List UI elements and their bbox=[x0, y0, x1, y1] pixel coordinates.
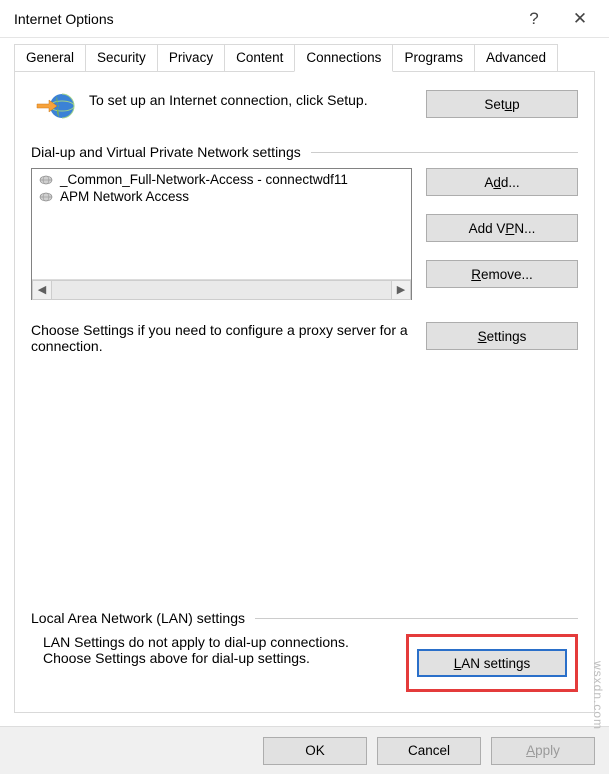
help-button[interactable]: ? bbox=[511, 4, 557, 34]
tab-strip: General Security Privacy Content Connect… bbox=[0, 38, 609, 71]
globe-arrow-icon bbox=[35, 90, 75, 122]
tab-general[interactable]: General bbox=[14, 44, 86, 71]
lan-row: LAN Settings do not apply to dial-up con… bbox=[31, 634, 578, 692]
lan-group-title: Local Area Network (LAN) settings bbox=[31, 610, 578, 626]
ok-button[interactable]: OK bbox=[263, 737, 367, 765]
lan-text: LAN Settings do not apply to dial-up con… bbox=[31, 634, 392, 666]
intro-text: To set up an Internet connection, click … bbox=[89, 90, 412, 108]
network-icon bbox=[38, 174, 54, 186]
add-button[interactable]: Add... bbox=[426, 168, 578, 196]
divider bbox=[255, 618, 578, 619]
lan-button-highlight: LAN settings bbox=[406, 634, 578, 692]
connections-panel: To set up an Internet connection, click … bbox=[14, 71, 595, 713]
list-item[interactable]: _Common_Full-Network-Access - connectwdf… bbox=[34, 171, 409, 188]
watermark: wsxdn.com bbox=[591, 661, 605, 730]
choose-settings-row: Choose Settings if you need to configure… bbox=[31, 322, 578, 354]
window-title: Internet Options bbox=[14, 11, 511, 27]
tab-advanced[interactable]: Advanced bbox=[474, 44, 558, 71]
title-bar: Internet Options ? ✕ bbox=[0, 0, 609, 38]
horizontal-scrollbar[interactable]: ◀ ▶ bbox=[32, 279, 411, 299]
setup-button[interactable]: Setup bbox=[426, 90, 578, 118]
dialup-group-title: Dial-up and Virtual Private Network sett… bbox=[31, 144, 578, 160]
choose-settings-text: Choose Settings if you need to configure… bbox=[31, 322, 412, 354]
connections-listbox[interactable]: _Common_Full-Network-Access - connectwdf… bbox=[31, 168, 412, 300]
tab-security[interactable]: Security bbox=[85, 44, 158, 71]
dialup-group-label: Dial-up and Virtual Private Network sett… bbox=[31, 144, 301, 160]
tab-privacy[interactable]: Privacy bbox=[157, 44, 225, 71]
tab-connections[interactable]: Connections bbox=[294, 44, 393, 72]
remove-button[interactable]: Remove... bbox=[426, 260, 578, 288]
add-vpn-button[interactable]: Add VPN... bbox=[426, 214, 578, 242]
dialup-row: _Common_Full-Network-Access - connectwdf… bbox=[31, 168, 578, 300]
cancel-button[interactable]: Cancel bbox=[377, 737, 481, 765]
tab-content[interactable]: Content bbox=[224, 44, 295, 71]
dialup-button-column: Add... Add VPN... Remove... bbox=[426, 168, 578, 288]
apply-button[interactable]: Apply bbox=[491, 737, 595, 765]
lan-settings-button[interactable]: LAN settings bbox=[417, 649, 567, 677]
divider bbox=[311, 152, 578, 153]
scroll-left-icon[interactable]: ◀ bbox=[32, 280, 52, 300]
dialog-footer: OK Cancel Apply bbox=[0, 726, 609, 774]
tab-programs[interactable]: Programs bbox=[392, 44, 475, 71]
list-item[interactable]: APM Network Access bbox=[34, 188, 409, 205]
close-button[interactable]: ✕ bbox=[557, 4, 603, 34]
lan-group-label: Local Area Network (LAN) settings bbox=[31, 610, 245, 626]
list-item-label: _Common_Full-Network-Access - connectwdf… bbox=[60, 172, 348, 187]
settings-button[interactable]: Settings bbox=[426, 322, 578, 350]
scroll-right-icon[interactable]: ▶ bbox=[391, 280, 411, 300]
list-item-label: APM Network Access bbox=[60, 189, 189, 204]
scroll-track[interactable] bbox=[52, 280, 391, 300]
lan-group: Local Area Network (LAN) settings LAN Se… bbox=[31, 610, 578, 692]
listbox-items: _Common_Full-Network-Access - connectwdf… bbox=[32, 169, 411, 279]
network-icon bbox=[38, 191, 54, 203]
intro-row: To set up an Internet connection, click … bbox=[31, 90, 578, 122]
